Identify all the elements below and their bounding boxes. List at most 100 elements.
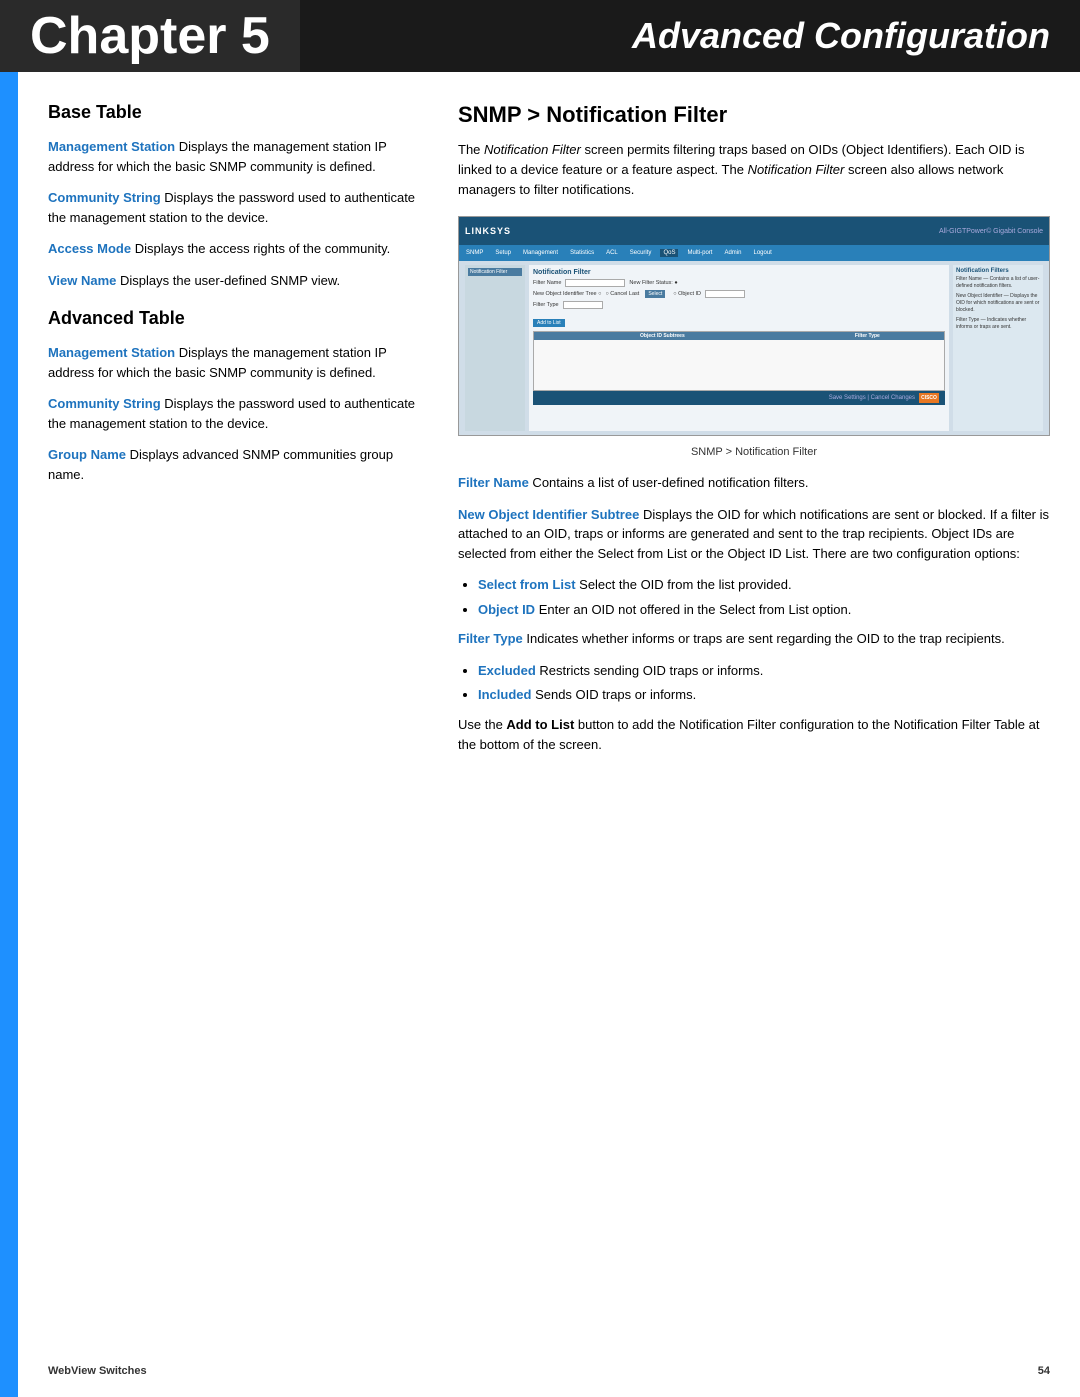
fake-ui-body: Notification Filter Notification Filter … (459, 261, 1049, 435)
fake-filter-name-label: Filter Name (533, 280, 561, 286)
closing-para: Use the Add to List button to add the No… (458, 715, 1050, 755)
snmp-section-heading: SNMP > Notification Filter (458, 102, 1050, 128)
fake-sidebar-text-3: Filter Type — Indicates whether informs … (956, 317, 1040, 331)
fake-select-list-label: ○ Cancel Last (605, 291, 639, 297)
object-id-desc: Enter an OID not offered in the Select f… (535, 602, 851, 617)
fake-add-to-list-btn[interactable]: Add to List (533, 319, 565, 327)
chapter-label: Chapter 5 (0, 0, 300, 72)
adv-term-1-label: Management Station (48, 345, 175, 360)
blue-sidebar-accent (0, 72, 18, 1397)
adv-term-3: Group Name Displays advanced SNMP commun… (48, 445, 428, 484)
fake-ui-logo: LINKSYS (465, 226, 511, 236)
right-term-2-label: New Object Identifier Subtree (458, 507, 639, 522)
base-term-3-label: Access Mode (48, 241, 131, 256)
adv-term-3-label: Group Name (48, 447, 126, 462)
filter-type-term: Filter Type (458, 631, 523, 646)
fake-left-nav-item: Notification Filter (468, 268, 522, 276)
fake-nav-snmp: SNMP (463, 249, 486, 257)
fake-filter-name-input (565, 279, 625, 287)
screenshot-inner: LINKSYS All-GIGTPower© Gigabit Console S… (459, 217, 1049, 435)
fake-footer-btns: Save Settings | Cancel Changes (829, 395, 915, 401)
object-id-term: Object ID (478, 602, 535, 617)
fake-nav-statistics: Statistics (567, 249, 597, 257)
page-header: Chapter 5 Advanced Configuration (0, 0, 1080, 72)
base-term-3-desc: Displays the access rights of the commun… (131, 241, 390, 256)
fake-page-footer: Save Settings | Cancel Changes CISCO (533, 391, 945, 405)
right-term-filter-type: Filter Type Indicates whether informs or… (458, 629, 1050, 649)
chapter-title: Advanced Configuration (300, 0, 1080, 72)
fake-cisco-logo: CISCO (919, 393, 939, 403)
right-term-1-label: Filter Name (458, 475, 529, 490)
fake-add-btn-wrapper: Add to List (533, 312, 945, 327)
adv-term-2: Community String Displays the password u… (48, 394, 428, 433)
fake-sidebar-heading: Notification Filters (956, 268, 1040, 274)
fake-sidebar-text-1: Filter Name — Contains a list of user-de… (956, 276, 1040, 290)
fake-object-id-label: ○ Object ID (673, 291, 701, 297)
fake-filter-type-input (563, 301, 603, 309)
main-content: Base Table Management Station Displays t… (18, 72, 1080, 823)
fake-col-filter-type: Filter Type (791, 332, 945, 341)
base-term-4-desc: Displays the user-defined SNMP view. (116, 273, 340, 288)
excluded-desc: Restricts sending OID traps or informs. (536, 663, 764, 678)
fake-filter-type-row: Filter Type (533, 301, 945, 309)
fake-oid-row: New Object Identifier Tree ○ ○ Cancel La… (533, 290, 945, 298)
object-id-item: Object ID Enter an OID not offered in th… (478, 600, 1050, 620)
fake-nav-mgmt: Management (520, 249, 561, 257)
fake-oid-label: New Object Identifier Tree ○ (533, 291, 601, 297)
select-options-list: Select from List Select the OID from the… (478, 575, 1050, 619)
fake-filter-status-label: New Filter Status: ● (629, 280, 677, 286)
base-term-3: Access Mode Displays the access rights o… (48, 239, 428, 259)
adv-term-1: Management Station Displays the manageme… (48, 343, 428, 382)
fake-nav-acl: ACL (603, 249, 621, 257)
advanced-table-heading: Advanced Table (48, 308, 428, 329)
right-column: SNMP > Notification Filter The Notificat… (458, 102, 1050, 763)
included-item: Included Sends OID traps or informs. (478, 685, 1050, 705)
fake-table-empty (534, 340, 945, 390)
right-term-2: New Object Identifier Subtree Displays t… (458, 505, 1050, 564)
fake-sidebar-text-2: New Object Identifier — Displays the OID… (956, 293, 1040, 314)
fake-select-btn: Select (645, 290, 665, 298)
fake-ui-nav: SNMP Setup Management Statistics ACL Sec… (459, 245, 1049, 261)
included-desc: Sends OID traps or informs. (531, 687, 696, 702)
adv-term-2-label: Community String (48, 396, 161, 411)
snmp-intro-para: The Notification Filter screen permits f… (458, 140, 1050, 200)
base-term-4: View Name Displays the user-defined SNMP… (48, 271, 428, 291)
snmp-screenshot: LINKSYS All-GIGTPower© Gigabit Console S… (458, 216, 1050, 436)
fake-ui-main: Notification Filter Filter Name New Filt… (529, 265, 949, 431)
excluded-item: Excluded Restricts sending OID traps or … (478, 661, 1050, 681)
excluded-term: Excluded (478, 663, 536, 678)
fake-nav-qos: QoS (660, 249, 678, 257)
base-term-4-label: View Name (48, 273, 116, 288)
select-from-list-desc: Select the OID from the list provided. (576, 577, 792, 592)
fake-nav-multiuser: Multi-port (684, 249, 715, 257)
fake-ui-top-right: All-GIGTPower© Gigabit Console (939, 228, 1043, 235)
fake-object-id-input (705, 290, 745, 298)
fake-filter-type-label: Filter Type (533, 302, 559, 308)
fake-filter-name-row: Filter Name New Filter Status: ● (533, 279, 945, 287)
screenshot-caption: SNMP > Notification Filter (458, 444, 1050, 461)
base-term-1: Management Station Displays the manageme… (48, 137, 428, 176)
fake-col-oid: Object ID Subtrees (534, 332, 791, 341)
right-term-1-desc: Contains a list of user-defined notifica… (529, 475, 809, 490)
fake-page-title: Notification Filter (533, 269, 945, 276)
filter-type-list: Excluded Restricts sending OID traps or … (478, 661, 1050, 705)
fake-nav-security: Security (627, 249, 655, 257)
right-term-1: Filter Name Contains a list of user-defi… (458, 473, 1050, 493)
base-table-heading: Base Table (48, 102, 428, 123)
fake-nav-setup: Setup (492, 249, 514, 257)
page-footer: WebView Switches 54 (18, 1365, 1080, 1377)
base-term-2-label: Community String (48, 190, 161, 205)
fake-oid-table: Object ID Subtrees Filter Type (533, 331, 945, 391)
fake-nav-logout: Logout (750, 249, 774, 257)
fake-nav-admin: Admin (721, 249, 744, 257)
select-from-list-term: Select from List (478, 577, 576, 592)
fake-cisco-text: CISCO (921, 395, 937, 401)
select-from-list-item: Select from List Select the OID from the… (478, 575, 1050, 595)
base-term-2: Community String Displays the password u… (48, 188, 428, 227)
footer-right: 54 (1038, 1365, 1050, 1377)
filter-type-desc: Indicates whether informs or traps are s… (523, 631, 1005, 646)
fake-ui-header: LINKSYS All-GIGTPower© Gigabit Console (459, 217, 1049, 245)
base-term-1-label: Management Station (48, 139, 175, 154)
left-column: Base Table Management Station Displays t… (48, 102, 428, 763)
fake-left-nav: Notification Filter (465, 265, 525, 431)
